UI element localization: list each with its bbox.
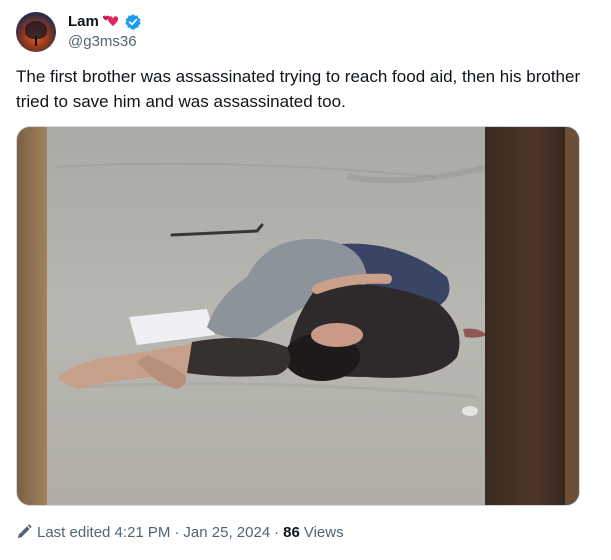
user-handle[interactable]: @g3ms36 bbox=[68, 32, 142, 52]
edited-timestamp-link[interactable]: Last edited 4:21 PM bbox=[37, 524, 170, 541]
tweet-photo[interactable] bbox=[16, 126, 580, 506]
display-name[interactable]: Lam bbox=[68, 12, 99, 32]
avatar[interactable] bbox=[16, 12, 56, 52]
tweet-header: Lam @g3ms36 bbox=[16, 10, 142, 54]
avatar-trunk-shape bbox=[35, 36, 37, 46]
tweet-text: The first brother was assassinated tryin… bbox=[16, 67, 581, 111]
hearts-icon bbox=[102, 15, 119, 26]
views-label: Views bbox=[303, 523, 344, 541]
views-count: 86 bbox=[283, 523, 300, 541]
post-date[interactable]: Jan 25, 2024 bbox=[183, 524, 270, 541]
verified-badge-icon bbox=[125, 14, 141, 30]
user-info: Lam @g3ms36 bbox=[68, 12, 142, 52]
name-row: Lam bbox=[68, 12, 142, 32]
photo-illustration bbox=[17, 127, 579, 505]
tweet-footer: Last edited 4:21 PM · Jan 25, 2024 · 86 … bbox=[16, 520, 344, 544]
separator-dot: · bbox=[174, 523, 180, 541]
separator-dot: · bbox=[274, 523, 280, 541]
edit-pencil-icon bbox=[18, 524, 32, 538]
